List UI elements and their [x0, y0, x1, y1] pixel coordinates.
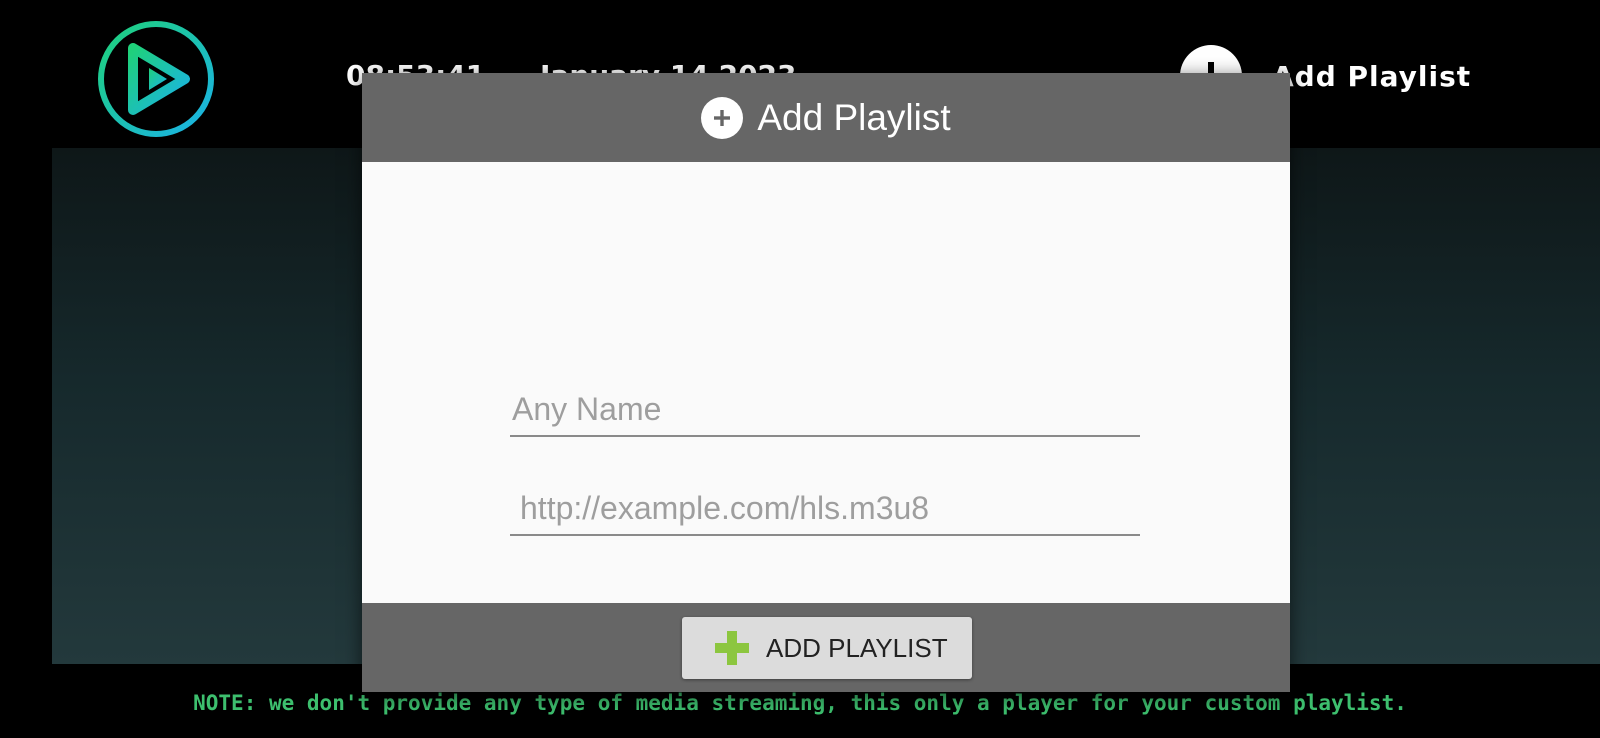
dialog-title: Add Playlist — [757, 96, 951, 138]
add-playlist-dialog: Add Playlist ADD PLAYLIST — [362, 73, 1290, 692]
add-playlist-button[interactable]: ADD PLAYLIST — [682, 617, 972, 679]
dialog-footer: ADD PLAYLIST — [362, 603, 1290, 692]
play-logo-icon — [95, 18, 217, 140]
dialog-body — [362, 162, 1290, 603]
disclaimer-note: NOTE: we don't provide any type of media… — [193, 691, 1407, 715]
playlist-name-input[interactable] — [510, 383, 1140, 437]
app-screen: 08:53:41 January 14 2023 Add Playlist NO… — [0, 0, 1600, 738]
green-plus-icon — [712, 628, 752, 668]
plus-circle-icon — [701, 96, 744, 139]
add-playlist-button-label: ADD PLAYLIST — [766, 632, 948, 663]
add-playlist-top-label: Add Playlist — [1272, 59, 1472, 93]
dialog-header: Add Playlist — [362, 73, 1290, 162]
playlist-url-input[interactable] — [510, 482, 1140, 536]
